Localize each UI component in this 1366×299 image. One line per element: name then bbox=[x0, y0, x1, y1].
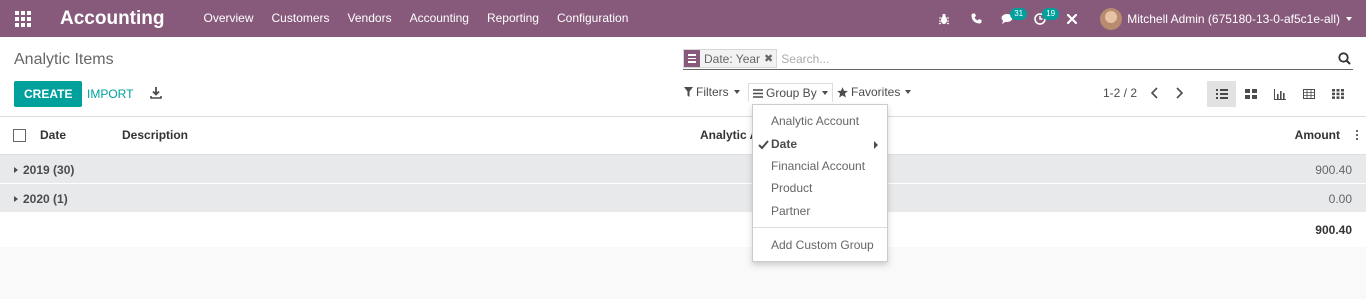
pivot-view-icon[interactable] bbox=[1294, 81, 1323, 107]
groupby-label: Group By bbox=[766, 86, 817, 100]
groupby-product[interactable]: Product bbox=[771, 181, 812, 195]
tools-icon[interactable] bbox=[1056, 0, 1088, 37]
groupby-dropdown: Analytic Account Date Financial Account … bbox=[752, 104, 888, 262]
filter-icon bbox=[684, 87, 693, 97]
column-description[interactable]: Description bbox=[122, 128, 188, 142]
systray: 31 19 Mitchell Admin (675180-13-0-af5c1e… bbox=[928, 0, 1366, 37]
groupby-financial-account[interactable]: Financial Account bbox=[771, 159, 865, 173]
divider bbox=[753, 227, 887, 228]
graph-view-icon[interactable] bbox=[1265, 81, 1294, 107]
group-row[interactable]: 2019 (30) 900.40 bbox=[0, 155, 1366, 184]
chat-icon[interactable]: 31 bbox=[992, 0, 1028, 37]
total-row: 900.40 bbox=[0, 213, 1366, 247]
caret-right-icon bbox=[14, 196, 18, 202]
group-by-facet-icon bbox=[684, 50, 700, 67]
facet-value: Date: Year bbox=[704, 51, 761, 66]
view-switcher bbox=[1207, 81, 1352, 107]
pager-value[interactable]: 1-2 / 2 bbox=[1103, 86, 1137, 100]
phone-icon[interactable] bbox=[960, 0, 992, 37]
column-date[interactable]: Date bbox=[40, 128, 66, 142]
analytic-items-list: Date Description Analytic A Amount 2019 … bbox=[0, 117, 1366, 247]
caret-right-icon bbox=[874, 141, 878, 149]
groupby-analytic-account[interactable]: Analytic Account bbox=[771, 114, 859, 128]
menu-accounting[interactable]: Accounting bbox=[401, 0, 478, 37]
check-icon bbox=[758, 140, 769, 150]
search-bar: Date: Year ✖ bbox=[683, 48, 1353, 70]
group-amount: 0.00 bbox=[1328, 192, 1352, 206]
search-icon[interactable] bbox=[1338, 52, 1351, 65]
select-all-checkbox[interactable] bbox=[13, 129, 26, 142]
groupby-date[interactable]: Date bbox=[771, 137, 797, 151]
optional-columns-icon[interactable] bbox=[1356, 130, 1359, 142]
bug-icon[interactable] bbox=[928, 0, 960, 37]
top-navbar: Accounting Overview Customers Vendors Ac… bbox=[0, 0, 1366, 37]
groupby-button[interactable]: Group By bbox=[748, 83, 833, 102]
caret-right-icon bbox=[14, 167, 18, 173]
filters-button[interactable]: Filters bbox=[684, 85, 740, 99]
groupby-partner[interactable]: Partner bbox=[771, 204, 810, 218]
create-button[interactable]: CREATE bbox=[14, 81, 83, 107]
group-amount: 900.40 bbox=[1315, 163, 1352, 177]
menu-reporting[interactable]: Reporting bbox=[478, 0, 548, 37]
group-label: 2020 (1) bbox=[23, 192, 68, 206]
chevron-down-icon bbox=[1346, 16, 1352, 21]
bars-icon bbox=[753, 88, 763, 98]
menu-configuration[interactable]: Configuration bbox=[548, 0, 637, 37]
group-label: 2019 (30) bbox=[23, 163, 75, 177]
menu-customers[interactable]: Customers bbox=[263, 0, 339, 37]
kanban-view-icon[interactable] bbox=[1236, 81, 1265, 107]
column-analytic-account[interactable]: Analytic A bbox=[700, 128, 758, 142]
star-icon bbox=[837, 86, 848, 97]
column-amount[interactable]: Amount bbox=[1295, 128, 1340, 142]
grid-view-icon[interactable] bbox=[1323, 81, 1352, 107]
filters-label: Filters bbox=[696, 85, 729, 99]
main-menu: Overview Customers Vendors Accounting Re… bbox=[195, 0, 638, 37]
search-facet: Date: Year ✖ bbox=[683, 49, 778, 68]
breadcrumb: Analytic Items bbox=[14, 51, 114, 68]
chevron-left-icon[interactable] bbox=[1150, 87, 1159, 99]
list-view-icon[interactable] bbox=[1207, 81, 1236, 107]
menu-overview[interactable]: Overview bbox=[195, 0, 263, 37]
control-panel: Analytic Items Date: Year ✖ CREATE IMPOR… bbox=[0, 37, 1366, 117]
favorites-label: Favorites bbox=[851, 85, 901, 99]
group-row[interactable]: 2020 (1) 0.00 bbox=[0, 184, 1366, 213]
apps-menu-icon[interactable] bbox=[0, 0, 46, 37]
clock-icon[interactable]: 19 bbox=[1024, 0, 1060, 37]
favorites-button[interactable]: Favorites bbox=[837, 85, 912, 99]
total-amount: 900.40 bbox=[1315, 223, 1352, 237]
user-menu[interactable]: Mitchell Admin (675180-13-0-af5c1e-all) bbox=[1100, 7, 1352, 30]
list-header: Date Description Analytic A Amount bbox=[0, 117, 1366, 155]
avatar bbox=[1100, 7, 1123, 30]
menu-vendors[interactable]: Vendors bbox=[339, 0, 401, 37]
download-icon[interactable] bbox=[148, 85, 164, 101]
user-name: Mitchell Admin (675180-13-0-af5c1e-all) bbox=[1127, 11, 1340, 26]
search-input[interactable] bbox=[781, 51, 1322, 66]
import-button[interactable]: IMPORT bbox=[80, 81, 140, 107]
facet-remove-icon[interactable]: ✖ bbox=[764, 52, 776, 65]
add-custom-group[interactable]: Add Custom Group bbox=[771, 238, 874, 252]
app-name[interactable]: Accounting bbox=[60, 8, 165, 30]
chevron-right-icon[interactable] bbox=[1175, 87, 1184, 99]
